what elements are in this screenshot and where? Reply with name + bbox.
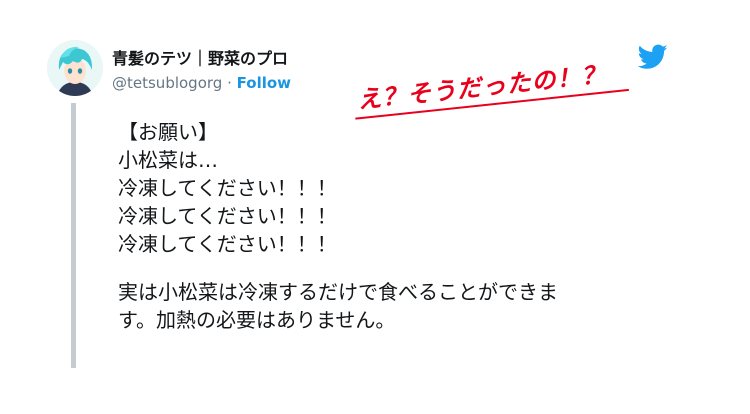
thread-line — [71, 103, 76, 368]
twitter-bird-icon[interactable] — [637, 44, 668, 70]
body-line: 【お願い】 — [118, 120, 218, 144]
avatar[interactable] — [47, 40, 103, 96]
separator-dot: · — [222, 74, 237, 92]
body-line: 冷凍してください！！！ — [118, 204, 337, 228]
body-line: 小松菜は… — [118, 148, 218, 172]
tweet-body: 【お願い】 小松菜は… 冷凍してください！！！ 冷凍してください！！！ 冷凍して… — [118, 118, 658, 334]
body-line: 冷凍してください！！！ — [118, 232, 337, 256]
body-line: 実は小松菜は冷凍するだけで食べることができま — [118, 280, 558, 304]
body-line: 冷凍してください！！！ — [118, 176, 337, 200]
handle-line: @tetsublogorg · Follow — [112, 74, 291, 92]
user-handle[interactable]: @tetsublogorg — [112, 74, 222, 92]
follow-button[interactable]: Follow — [237, 74, 291, 92]
body-line: す。加熱の必要はありません。 — [118, 308, 396, 332]
display-name[interactable]: 青髪のテツ｜野菜のプロ — [112, 45, 288, 69]
